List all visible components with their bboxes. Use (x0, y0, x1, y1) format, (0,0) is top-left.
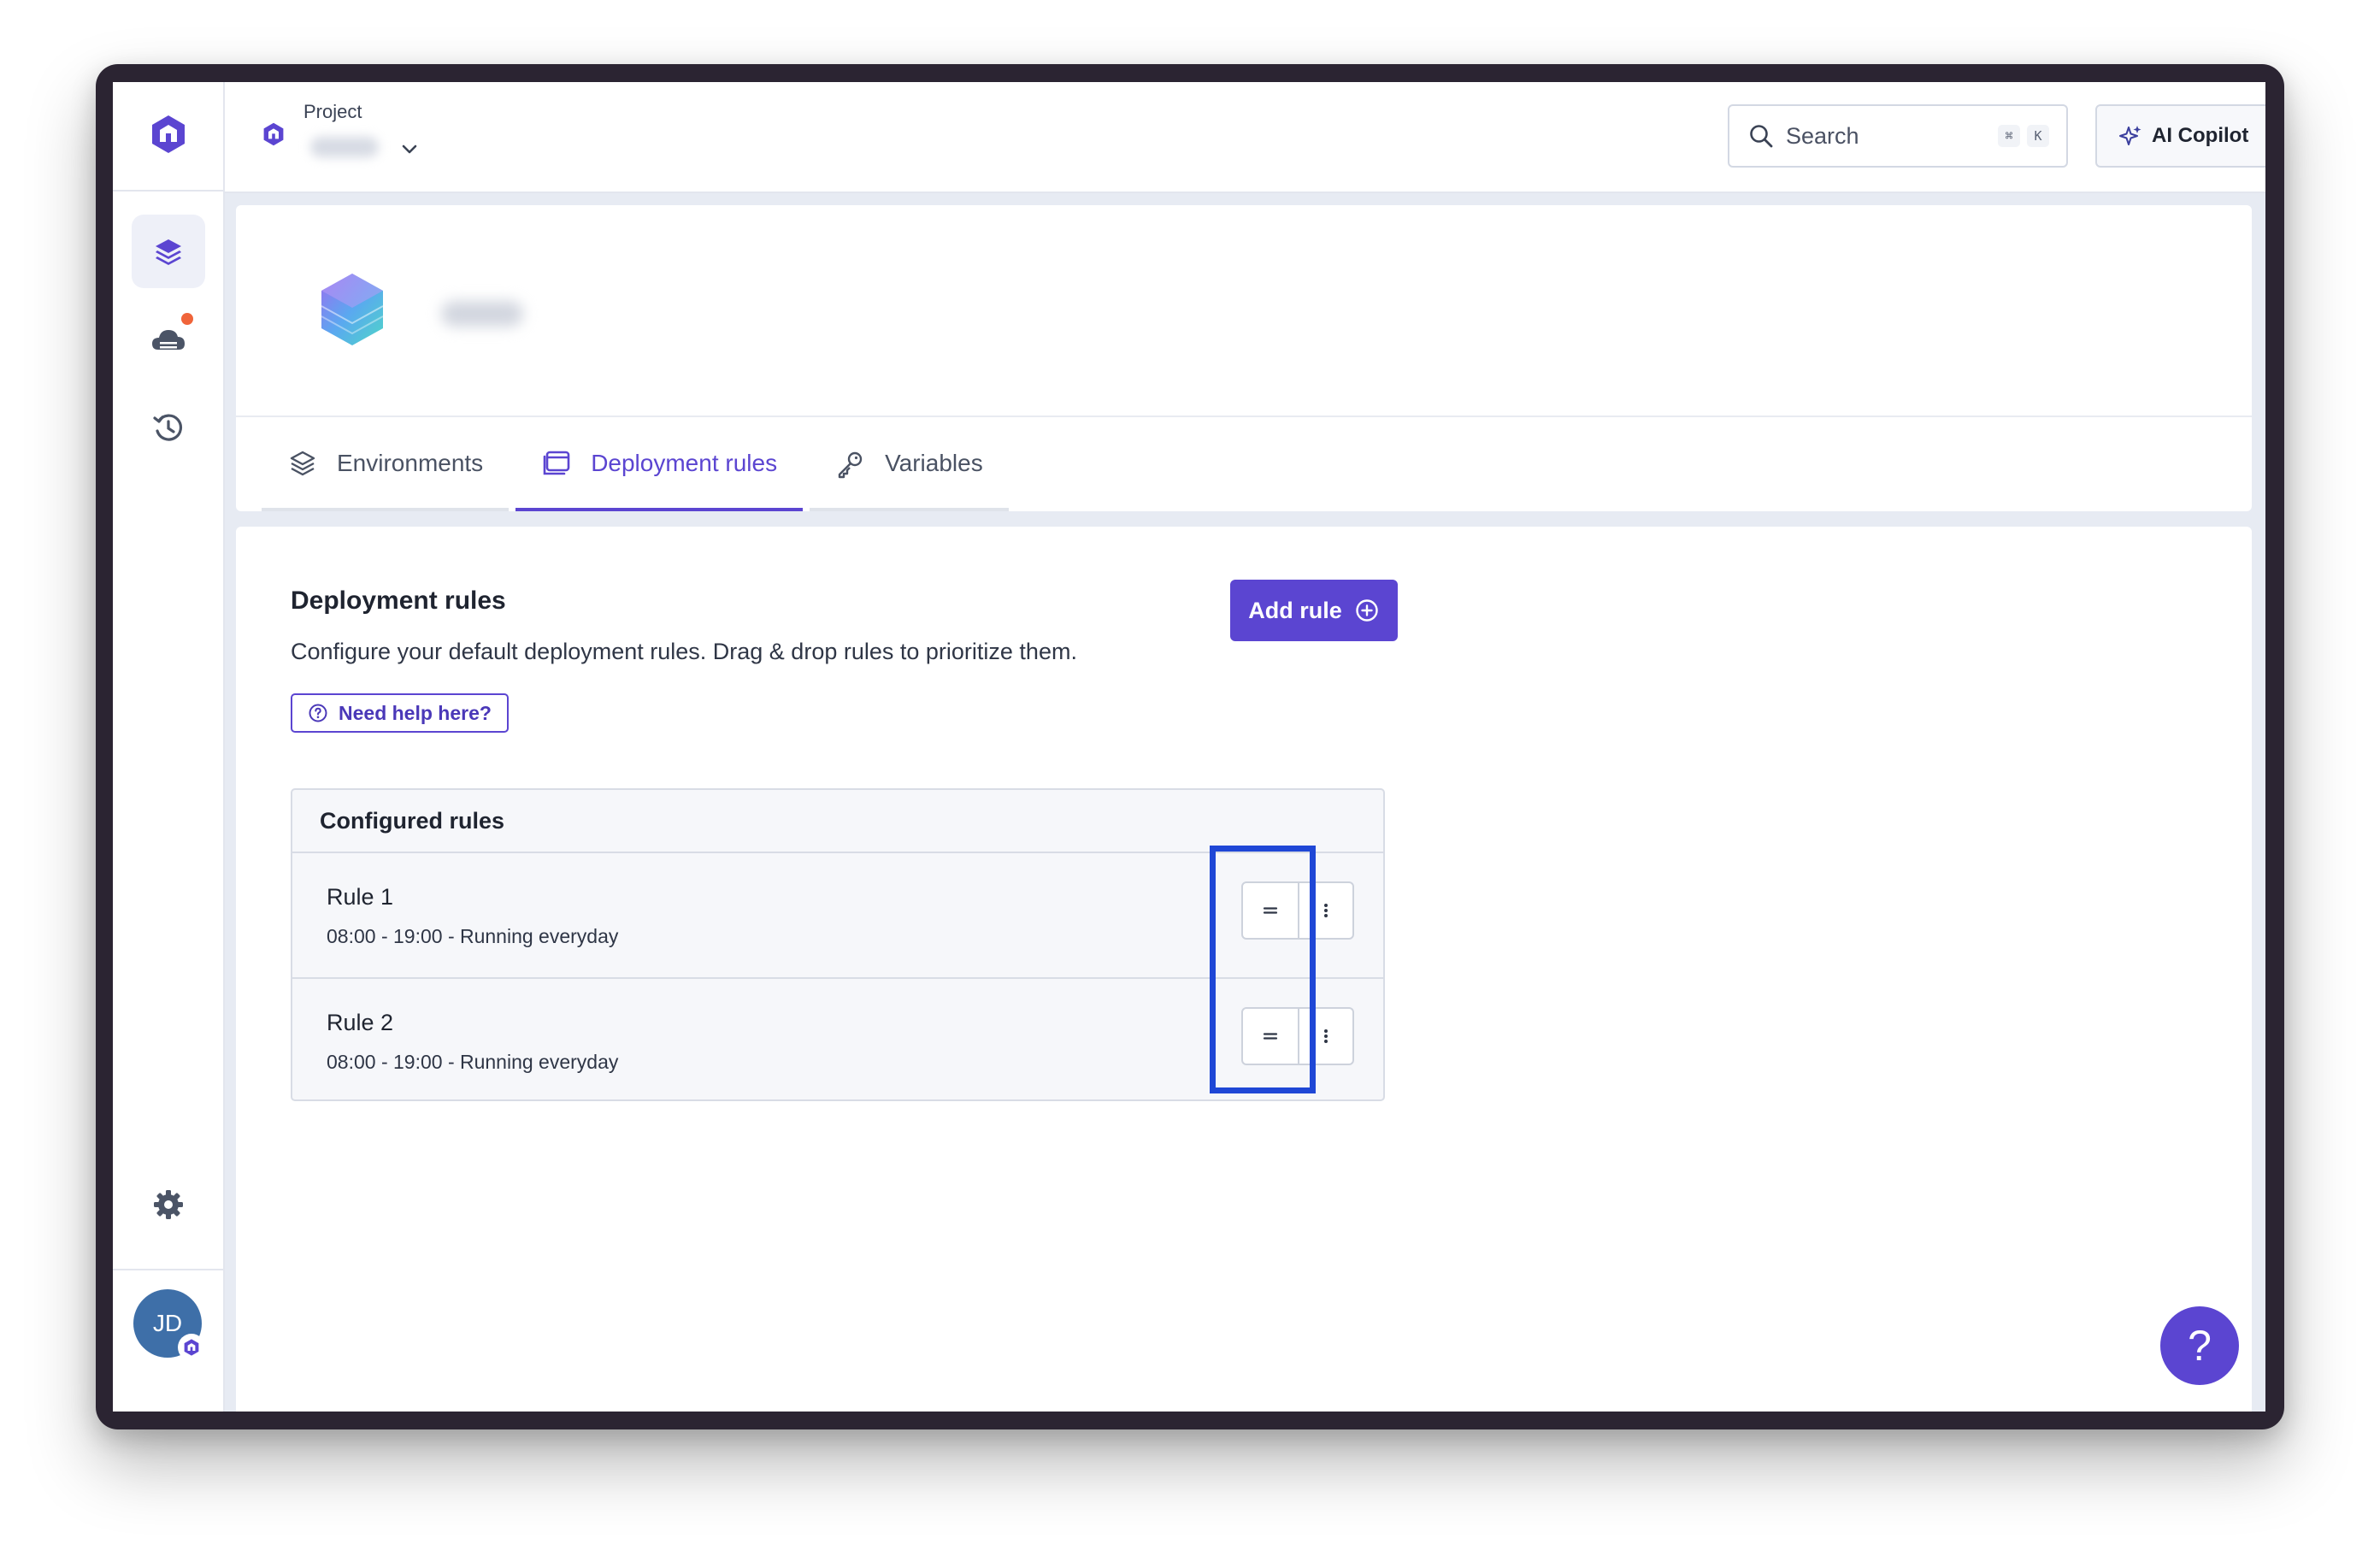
app-screen: JD Project Search ⌘ K AI Copilot Environ… (113, 82, 2265, 1412)
search-placeholder: Search (1786, 122, 1859, 149)
more-vertical-icon (1324, 904, 1328, 917)
plus-circle-icon (1356, 599, 1378, 622)
search-input[interactable]: Search ⌘ K (1728, 104, 2068, 168)
environment-header: Environments Deployment rules Variables (236, 205, 2252, 511)
rule-schedule: 08:00 - 19:00 - Running everyday (327, 925, 619, 947)
need-help-label: Need help here? (339, 701, 492, 724)
avatar-initials: JD (152, 1310, 183, 1336)
project-label: Project (303, 101, 362, 122)
sparkle-icon (2119, 126, 2141, 145)
need-help-button[interactable]: Need help here? (291, 693, 509, 733)
tab-deployment-rules[interactable]: Deployment rules (515, 419, 804, 511)
header-divider (236, 416, 2252, 417)
app-logo-icon[interactable] (147, 113, 190, 156)
tab-label: Environments (337, 450, 484, 476)
environment-name-redacted (441, 301, 523, 327)
project-name-redacted[interactable] (310, 137, 379, 157)
sidebar-divider (113, 1269, 223, 1270)
gear-icon (154, 1190, 183, 1219)
tab-variables[interactable]: Variables (810, 419, 1009, 511)
rule-name: Rule 2 (327, 1010, 394, 1035)
sidebar-item-clusters[interactable] (132, 303, 205, 376)
topbar: Project Search ⌘ K AI Copilot ⌘ (225, 82, 2265, 193)
section-description: Configure your default deployment rules.… (291, 639, 1077, 664)
layers-icon (290, 451, 315, 476)
tab-label: Deployment rules (591, 450, 778, 476)
shortcut-key: ⌘ (1998, 125, 2020, 147)
avatar-badge (178, 1334, 205, 1361)
ai-copilot-label: AI Copilot (2152, 124, 2249, 147)
chevron-down-icon[interactable] (399, 139, 420, 159)
sidebar-divider (113, 190, 223, 192)
rule-schedule: 08:00 - 19:00 - Running everyday (327, 1051, 619, 1073)
table-header: Configured rules (292, 790, 1383, 853)
tab-label: Variables (885, 450, 983, 476)
notification-dot (181, 313, 193, 325)
shortcut-key: K (2027, 125, 2049, 147)
question-circle-icon (309, 704, 327, 722)
project-logo-icon (263, 122, 284, 146)
help-fab-button[interactable]: ? (2160, 1306, 2239, 1385)
sidebar-item-history[interactable] (132, 391, 205, 464)
more-vertical-icon (1324, 1029, 1328, 1043)
search-icon (1750, 125, 1773, 148)
add-rule-button[interactable]: Add rule (1230, 580, 1398, 641)
section-title: Deployment rules (291, 586, 506, 615)
add-rule-label: Add rule (1248, 597, 1342, 623)
window-icon (543, 451, 570, 475)
history-icon (153, 414, 183, 441)
tab-environments[interactable]: Environments (262, 419, 510, 511)
sidebar: JD (113, 82, 225, 1412)
key-icon (838, 451, 863, 479)
rule-name: Rule 1 (327, 884, 394, 910)
org-logo-icon (184, 1339, 199, 1356)
environment-logo-icon (321, 274, 384, 345)
tab-bar: Environments Deployment rules Variables (262, 419, 1016, 511)
cloud-icon (152, 330, 185, 350)
help-fab-label: ? (2188, 1322, 2212, 1370)
avatar[interactable]: JD (133, 1289, 205, 1361)
layers-icon (156, 239, 181, 265)
ai-copilot-button[interactable]: AI Copilot ⌘ i (2095, 104, 2265, 168)
sidebar-item-settings[interactable] (132, 1168, 205, 1241)
sidebar-item-environments[interactable] (132, 215, 205, 288)
drag-handles-highlight (1210, 846, 1316, 1093)
